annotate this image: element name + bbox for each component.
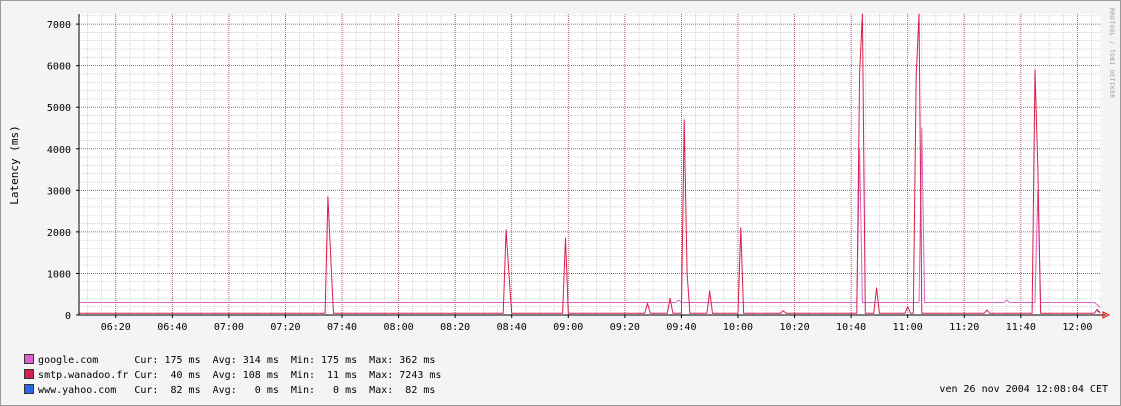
x-tick-label: 07:00 [214,322,244,333]
x-tick-label: 10:00 [723,322,753,333]
legend-item-wanadoo: smtp.wanadoo.fr Cur: 40 ms Avg: 108 ms M… [12,356,441,381]
y-tick-label: 3000 [47,186,71,197]
y-tick-label: 2000 [47,228,71,239]
x-tick-label: 11:00 [893,322,923,333]
legend-item-yahoo: www.yahoo.com Cur: 82 ms Avg: 0 ms Min: … [12,371,435,396]
x-tick-label: 07:20 [270,322,300,333]
x-tick-label: 09:40 [666,322,696,333]
y-axis-label: Latency (ms) [8,125,21,204]
x-tick-label: 11:20 [949,322,979,333]
rrdtool-watermark: RRDTOOL / TOBI OETIKER [1108,8,1115,99]
legend-item-google: google.com Cur: 175 ms Avg: 314 ms Min: … [12,341,435,366]
x-tick-label: 08:00 [384,322,414,333]
plot-area [79,14,1100,315]
y-tick-label: 0 [65,311,71,322]
timestamp: ven 26 nov 2004 12:08:04 CET [939,384,1108,395]
x-tick-label: 10:20 [779,322,809,333]
x-tick-label: 09:00 [553,322,583,333]
x-tick-label: 07:40 [327,322,357,333]
y-tick-label: 6000 [47,62,71,73]
x-tick-label: 08:20 [440,322,470,333]
x-tick-label: 06:20 [101,322,131,333]
x-tick-label: 06:40 [157,322,187,333]
x-tick-label: 10:40 [836,322,866,333]
x-tick-label: 12:00 [1062,322,1092,333]
y-tick-label: 4000 [47,145,71,156]
y-tick-label: 7000 [47,20,71,31]
x-tick-label: 11:40 [1006,322,1036,333]
x-tick-label: 08:40 [497,322,527,333]
y-tick-label: 1000 [47,269,71,280]
latency-chart: 06:20 06:40 07:00 07:20 07:40 08:00 08:20 08:40… [8,13,1111,333]
legend-text-yahoo: www.yahoo.com Cur: 82 ms Avg: 0 ms Min: … [38,385,436,396]
y-tick-label: 5000 [47,103,71,114]
legend-swatch-yahoo [24,384,35,394]
x-tick-label: 09:20 [610,322,640,333]
